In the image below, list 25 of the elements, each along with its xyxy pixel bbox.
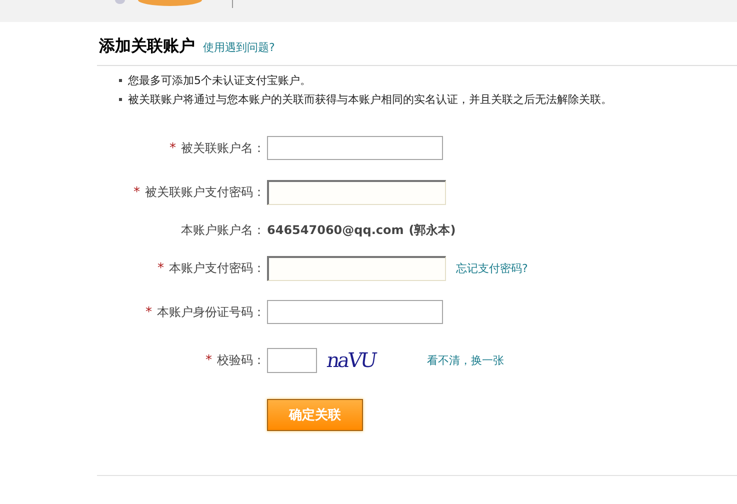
- required-asterisk: *: [206, 352, 212, 368]
- note-text: 您最多可添加5个未认证支付宝账户。: [128, 73, 311, 89]
- required-asterisk: *: [146, 304, 152, 320]
- field-label: 校验码：: [217, 352, 265, 368]
- input-field[interactable]: [267, 300, 443, 324]
- field-link[interactable]: 忘记支付密码?: [456, 260, 528, 276]
- help-link[interactable]: 使用遇到问题?: [203, 40, 275, 55]
- password-field[interactable]: [267, 256, 446, 280]
- account-name: 646547060@qq.com: [267, 223, 404, 237]
- account-owner: (郭永本): [408, 222, 456, 238]
- required-asterisk: *: [170, 140, 176, 156]
- field-label: 被关联账户名：: [181, 140, 265, 156]
- captcha-image: naVU: [325, 348, 377, 372]
- note-text: 被关联账户将通过与您本账户的关联而获得与本账户相同的实名认证，并且关联之后无法解除关联。: [128, 92, 612, 108]
- field-label: 本账户账户名：: [181, 222, 265, 238]
- field-label: 本账户支付密码：: [169, 260, 265, 276]
- field-label: 本账户身份证号码：: [157, 304, 265, 320]
- field-link[interactable]: 看不清，换一张: [427, 352, 504, 368]
- password-field[interactable]: [267, 180, 446, 204]
- input-field[interactable]: [267, 136, 443, 160]
- required-asterisk: *: [158, 260, 164, 276]
- required-asterisk: *: [134, 184, 140, 200]
- captcha-field[interactable]: [267, 348, 317, 372]
- field-label: 被关联账户支付密码：: [145, 184, 265, 200]
- page-title: 添加关联账户: [99, 36, 195, 57]
